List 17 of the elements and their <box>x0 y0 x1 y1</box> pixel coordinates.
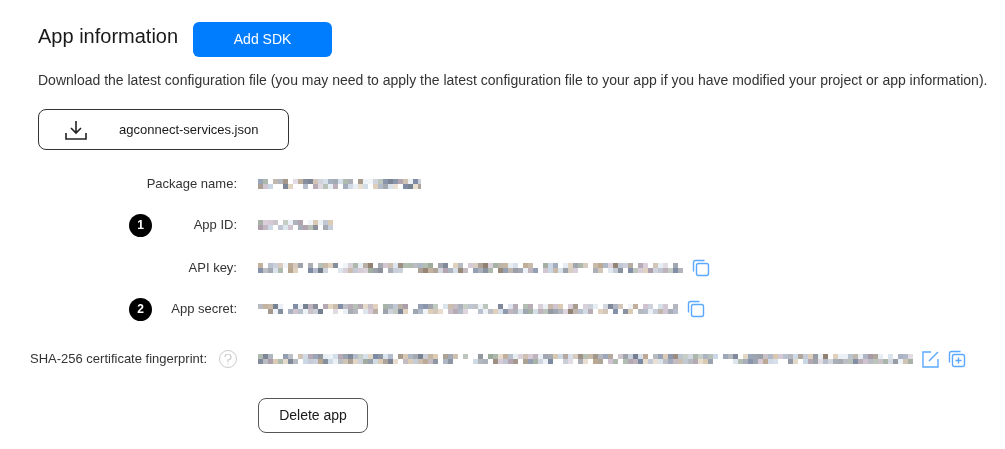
field-label: API key: <box>188 259 237 278</box>
delete-app-button[interactable]: Delete app <box>258 398 368 433</box>
edit-icon[interactable] <box>922 350 939 368</box>
step-number: 2 <box>129 297 152 321</box>
field-label: Package name: <box>146 175 237 194</box>
field-label: SHA-256 certificate fingerprint: <box>29 350 207 369</box>
copy-icon[interactable] <box>687 300 705 318</box>
download-button[interactable]: agconnect-services.json <box>38 109 289 150</box>
download-icon <box>65 119 87 140</box>
field-label: App secret: <box>171 300 237 319</box>
add-copy-icon[interactable] <box>948 350 966 368</box>
copy-icon[interactable] <box>692 259 710 277</box>
step-number: 1 <box>129 213 152 237</box>
add-sdk-button[interactable]: Add SDK <box>193 22 333 57</box>
section-title: App information <box>38 24 179 49</box>
description-text: Download the latest configuration file (you may need to apply the latest configuration file to your app if you have modified your project or app information). <box>38 71 989 89</box>
field-label: App ID: <box>193 216 237 235</box>
